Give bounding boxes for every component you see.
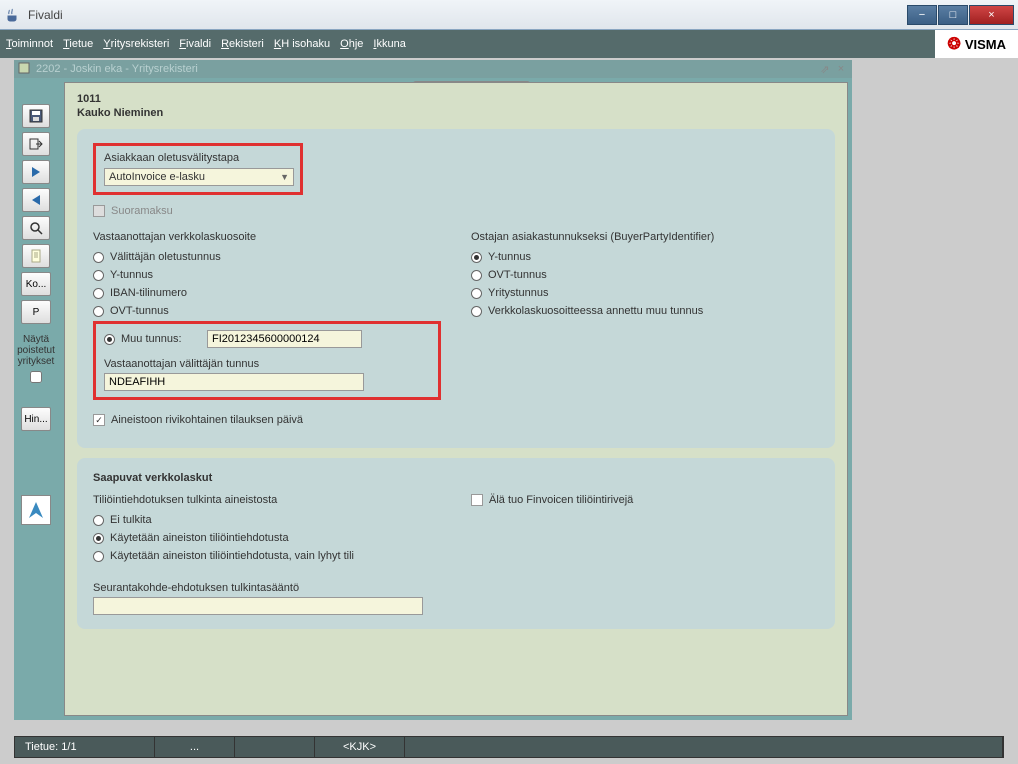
menu-rekisteri[interactable]: Rekisteri <box>221 38 264 50</box>
visma-text: VISMA <box>965 37 1006 52</box>
company-id: 1011 <box>77 93 835 105</box>
hin-button[interactable]: Hin... <box>21 407 51 431</box>
muu-tunnus-input[interactable] <box>207 330 362 348</box>
radio-yritystunnus[interactable] <box>471 288 482 299</box>
save-button[interactable] <box>22 104 50 128</box>
inner-title-text: 2202 - Joskin eka - Yritysrekisteri <box>36 63 198 75</box>
document-icon <box>29 249 43 263</box>
status-empty1 <box>235 737 315 757</box>
panel-outgoing: Asiakkaan oletusvälitystapa AutoInvoice … <box>77 129 835 448</box>
ala-tuo-checkbox[interactable] <box>471 494 483 506</box>
radio-y-tunnus-left[interactable] <box>93 270 104 281</box>
document-button[interactable] <box>22 244 50 268</box>
next-button[interactable] <box>22 160 50 184</box>
close-button[interactable]: × <box>969 5 1014 25</box>
panel2-title: Saapuvat verkkolaskut <box>93 472 819 484</box>
recv-intermediary-input[interactable] <box>104 373 364 391</box>
ala-tuo-label: Älä tuo Finvoicen tiliöintirivejä <box>489 494 633 506</box>
window-title: Fivaldi <box>28 8 63 22</box>
status-dots1: ... <box>155 737 235 757</box>
aineistoon-label: Aineistoon rivikohtainen tilauksen päivä <box>111 414 303 426</box>
menu-ohje[interactable]: Ohje <box>340 38 363 50</box>
company-name: Kauko Nieminen <box>77 107 835 119</box>
suoramaksu-label: Suoramaksu <box>111 205 173 217</box>
play-right-icon <box>29 165 43 179</box>
left-sidebar: Ko... P Näytä poistetut yritykset Hin... <box>14 80 58 525</box>
panel-incoming: Saapuvat verkkolaskut Tiliöintiehdotukse… <box>77 458 835 629</box>
recv-address-label: Vastaanottajan verkkolaskuosoite <box>93 231 441 243</box>
app-icon <box>4 7 20 23</box>
p-button[interactable]: P <box>21 300 51 324</box>
radio-verkkolaskuosoite-muu[interactable] <box>471 306 482 317</box>
tulkinta-label: Tiliöintiehdotuksen tulkinta aineistosta <box>93 494 441 506</box>
menu-toiminnot[interactable]: Toiminnot <box>6 38 53 50</box>
show-deleted-checkbox[interactable] <box>30 371 42 383</box>
exit-button[interactable] <box>22 132 50 156</box>
radio-kaytetaan-tilioint[interactable] <box>93 533 104 544</box>
floppy-icon <box>29 109 43 123</box>
buyer-party-label: Ostajan asiakastunnukseksi (BuyerPartyId… <box>471 231 819 243</box>
menu-ikkuna[interactable]: Ikkuna <box>373 38 405 50</box>
status-empty2 <box>405 737 1003 757</box>
default-method-dropdown[interactable]: AutoInvoice e-lasku ▼ <box>104 168 294 186</box>
titlebar: Fivaldi − □ × <box>0 0 1018 30</box>
inner-titlebar: 2202 - Joskin eka - Yritysrekisteri ⇗ × <box>14 60 852 78</box>
aineistoon-checkbox[interactable] <box>93 414 105 426</box>
radio-ovt-tunnus-right[interactable] <box>471 270 482 281</box>
ko-button[interactable]: Ko... <box>21 272 51 296</box>
visma-swirl-icon: ❂ <box>947 34 960 54</box>
radio-kaytetaan-lyhyt[interactable] <box>93 551 104 562</box>
menu-fivaldi[interactable]: Fivaldi <box>179 38 211 50</box>
menu-yritysrekisteri[interactable]: Yritysrekisteri <box>103 38 169 50</box>
default-method-value: AutoInvoice e-lasku <box>109 171 205 183</box>
radio-ovt-tunnus-left[interactable] <box>93 306 104 317</box>
recv-intermediary-label: Vastaanottajan välittäjän tunnus <box>104 358 430 370</box>
radio-muu-tunnus[interactable] <box>104 334 115 345</box>
default-method-label: Asiakkaan oletusvälitystapa <box>104 152 292 164</box>
sidebar-nayta-label: Näytä poistetut yritykset <box>17 334 55 367</box>
inner-window: 2202 - Joskin eka - Yritysrekisteri ⇗ × … <box>14 60 852 720</box>
suoramaksu-checkbox[interactable] <box>93 205 105 217</box>
content-area: 1011 Kauko Nieminen Asiakkaan oletusväli… <box>64 82 848 716</box>
fivaldi-logo <box>21 495 51 525</box>
radio-iban-tilinumero[interactable] <box>93 288 104 299</box>
radio-valittajan-oletustunnus[interactable] <box>93 252 104 263</box>
minimize-button[interactable]: − <box>907 5 937 25</box>
maximize-button[interactable]: □ <box>938 5 968 25</box>
seurantakohde-label: Seurantakohde-ehdotuksen tulkintasääntö <box>93 582 819 594</box>
dropdown-arrow-icon: ▼ <box>280 172 289 182</box>
visma-logo: ❂ VISMA <box>935 30 1018 58</box>
magnifier-icon <box>29 221 43 235</box>
radio-y-tunnus-right[interactable] <box>471 252 482 263</box>
seurantakohde-input[interactable] <box>93 597 423 615</box>
inner-restore-button[interactable]: ⇗ <box>818 62 832 76</box>
exit-icon <box>29 137 43 151</box>
inner-title-icon <box>18 62 32 76</box>
menu-kh-isohaku[interactable]: KH isohaku <box>274 38 330 50</box>
prev-button[interactable] <box>22 188 50 212</box>
play-left-icon <box>29 193 43 207</box>
radio-ei-tulkita[interactable] <box>93 515 104 526</box>
menubar: Toiminnot Tietue Yritysrekisteri Fivaldi… <box>0 30 412 58</box>
fivaldi-arrow-icon <box>25 499 47 521</box>
search-button[interactable] <box>22 216 50 240</box>
status-tietue: Tietue: 1/1 <box>15 737 155 757</box>
status-kjk: <KJK> <box>315 737 405 757</box>
statusbar: Tietue: 1/1 ... <KJK> <box>14 736 1004 758</box>
inner-close-button[interactable]: × <box>834 62 848 76</box>
menu-tietue[interactable]: Tietue <box>63 38 93 50</box>
